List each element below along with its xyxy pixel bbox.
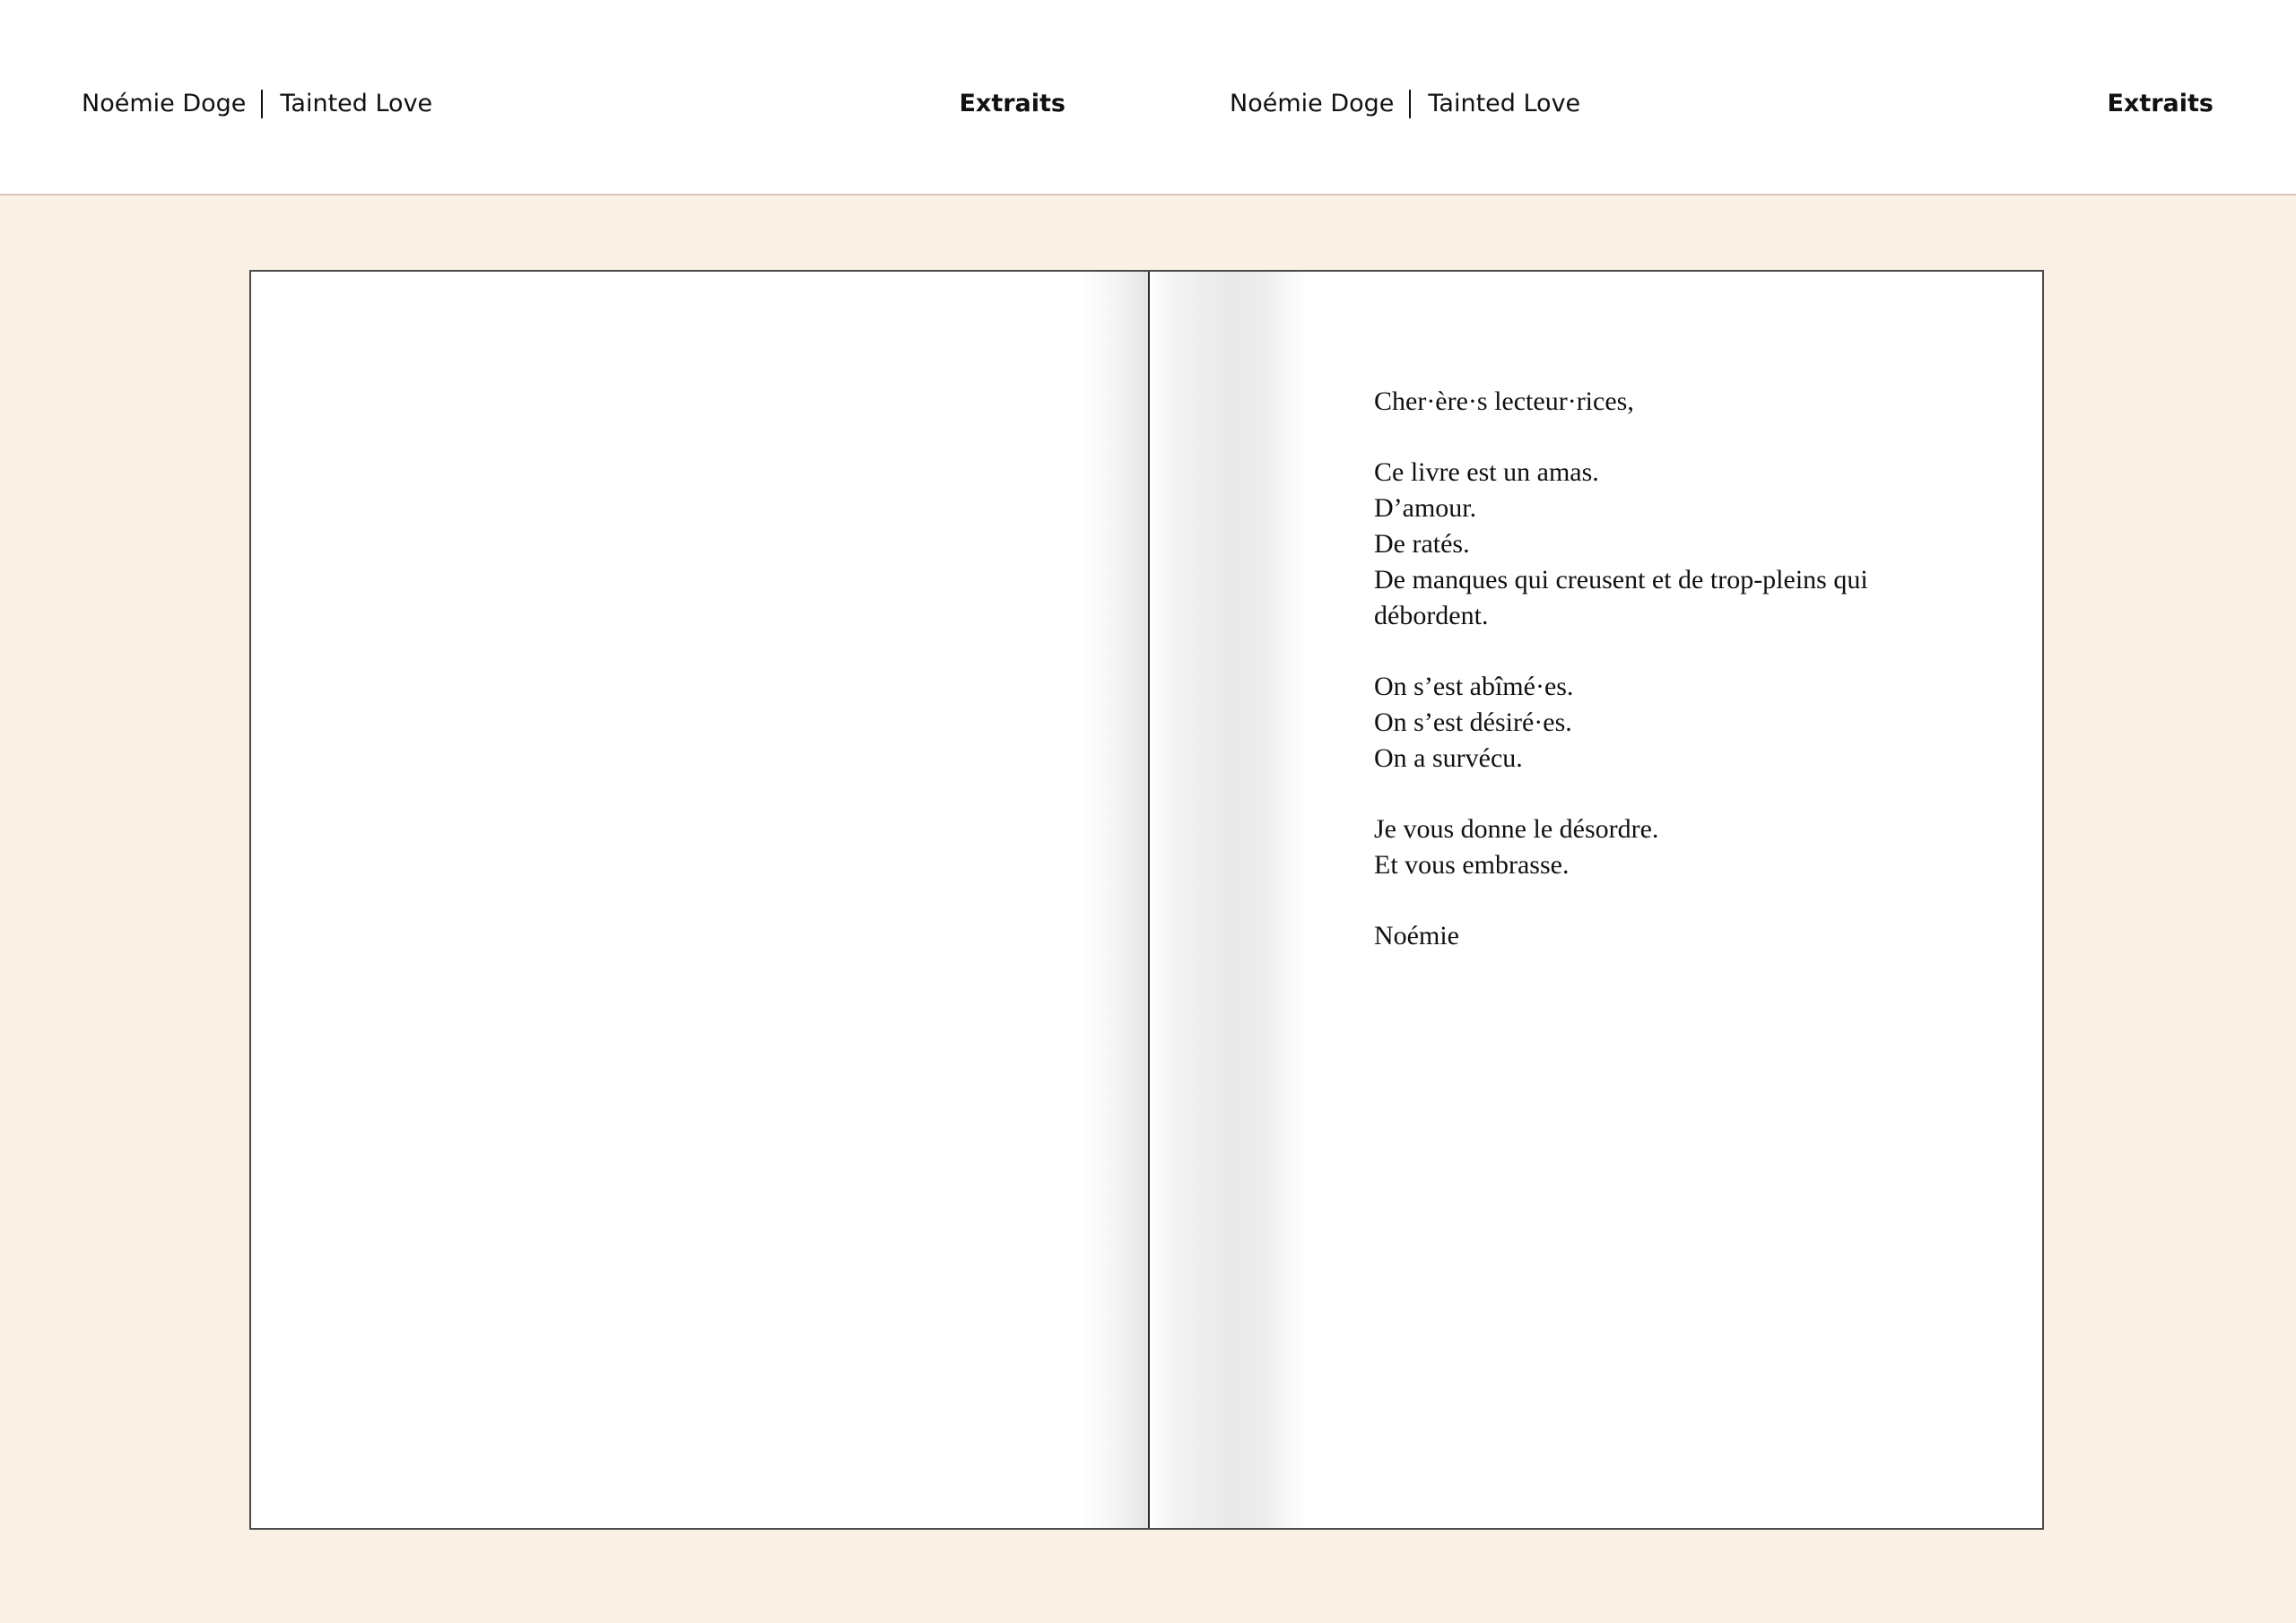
letter-line: Et vous embrasse. <box>1374 850 1570 880</box>
letter-stanza: Ce livre est un amas. D’amour. De ratés.… <box>1374 455 1948 634</box>
letter-text: Cher·ère·s lecteur·rices, Ce livre est u… <box>1374 384 1948 989</box>
letter-greeting: Cher·ère·s lecteur·rices, <box>1374 386 1634 416</box>
author-name: Noémie Doge <box>82 90 247 117</box>
letter-line: De ratés. <box>1374 529 1470 559</box>
author-name: Noémie Doge <box>1230 90 1395 117</box>
separator-bar <box>261 90 264 118</box>
open-book-spread: Cher·ère·s lecteur·rices, Ce livre est u… <box>249 270 2044 1530</box>
separator-bar <box>1409 90 1412 118</box>
letter-line: D’amour. <box>1374 493 1477 523</box>
book-title: Tainted Love <box>1428 90 1581 117</box>
page-header: Noémie Doge Tainted Love Extraits Noémie… <box>0 0 2296 195</box>
letter-stanza: Je vous donne le désordre. Et vous embra… <box>1374 812 1948 883</box>
author-title-line: Noémie Doge Tainted Love <box>1230 88 1580 120</box>
author-title-line: Noémie Doge Tainted Love <box>82 88 432 120</box>
letter-line: On a survécu. <box>1374 743 1523 773</box>
letter-line: Ce livre est un amas. <box>1374 457 1599 487</box>
letter-signature: Noémie <box>1374 921 1459 950</box>
section-label: Extraits <box>959 90 1065 117</box>
letter-line: On s’est abîmé·es. <box>1374 672 1574 701</box>
letter-line: De manques qui creusent et de trop-plein… <box>1374 565 1868 630</box>
book-title: Tainted Love <box>280 90 433 117</box>
header-left-half: Noémie Doge Tainted Love Extraits <box>0 0 1148 194</box>
letter-line: Je vous donne le désordre. <box>1374 814 1659 844</box>
header-right-half: Noémie Doge Tainted Love Extraits <box>1148 0 2296 194</box>
right-page: Cher·ère·s lecteur·rices, Ce livre est u… <box>1150 272 2042 1528</box>
left-page <box>251 272 1148 1528</box>
section-label: Extraits <box>2107 90 2213 117</box>
letter-line: On s’est désiré·es. <box>1374 707 1572 737</box>
letter-stanza: On s’est abîmé·es. On s’est désiré·es. O… <box>1374 669 1948 777</box>
